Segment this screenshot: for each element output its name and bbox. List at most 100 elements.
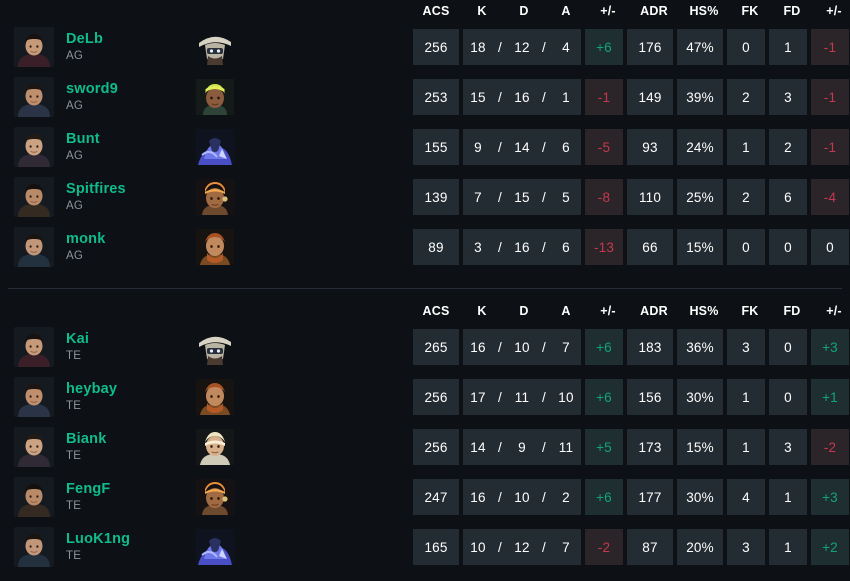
stat-assists: 6 <box>562 239 570 255</box>
stat-kda: 7 / 15 / 5 <box>463 179 581 215</box>
stat-first-deaths: 1 <box>769 529 807 565</box>
stat-acs: 247 <box>413 479 459 515</box>
stat-first-kills: 0 <box>727 29 765 65</box>
column-header-pm[interactable]: +/- <box>589 4 627 18</box>
player-team-tag: AG <box>66 50 84 63</box>
stat-headshot-pct: 15% <box>677 429 723 465</box>
column-header-hs[interactable]: HS% <box>681 4 727 18</box>
column-header-acs[interactable]: ACS <box>413 304 459 318</box>
stat-first-deaths: 3 <box>769 79 807 115</box>
player-identity[interactable]: FengF TE <box>14 472 111 522</box>
agent-portrait-breach <box>196 379 234 415</box>
player-team-tag: AG <box>66 250 84 263</box>
kda-separator: / <box>542 239 546 255</box>
stat-headshot-pct: 25% <box>677 179 723 215</box>
column-header-k[interactable]: K <box>463 304 501 318</box>
column-header-d[interactable]: D <box>505 4 543 18</box>
column-header-a[interactable]: A <box>547 304 585 318</box>
agent-portrait-breach <box>196 229 234 265</box>
stat-plus-minus: +6 <box>585 479 623 515</box>
player-row[interactable]: LuoK1ng TE 165 10 / 12 / 7 -2 87 20% 3 1 +2 <box>0 522 850 572</box>
stat-adr: 183 <box>627 329 673 365</box>
player-stats: 256 14 / 9 / 11 +5 173 15% 1 3 -2 <box>413 429 849 465</box>
player-row[interactable]: Kai TE 265 16 / 10 / 7 +6 183 36% 3 0 +3 <box>0 322 850 372</box>
player-row[interactable]: heybay TE 256 17/11/10 +6 156 30% 1 0 +1 <box>0 372 850 422</box>
kda-separator: / <box>498 239 502 255</box>
stat-first-kills: 2 <box>727 179 765 215</box>
player-team-tag: AG <box>66 200 84 213</box>
player-identity[interactable]: heybay TE <box>14 372 117 422</box>
column-header-a[interactable]: A <box>547 4 585 18</box>
player-row[interactable]: DeLb AG 256 18 / 12 / 4 +6 176 47% 0 1 -1 <box>0 22 850 72</box>
player-identity[interactable]: Biank TE <box>14 422 107 472</box>
player-name[interactable]: Spitfires <box>66 181 126 197</box>
kda-separator: / <box>498 139 502 155</box>
agent-portrait-yoru <box>196 529 234 565</box>
player-identity[interactable]: monk AG <box>14 222 105 272</box>
stat-kills: 10 <box>470 539 486 555</box>
player-team-tag: TE <box>66 550 82 563</box>
column-header-adr[interactable]: ADR <box>631 304 677 318</box>
player-name[interactable]: monk <box>66 231 105 247</box>
stat-headshot-pct: 36% <box>677 329 723 365</box>
column-header-pm[interactable]: +/- <box>589 304 627 318</box>
stat-adr: 110 <box>627 179 673 215</box>
player-avatar <box>14 27 54 67</box>
player-row[interactable]: Bunt AG 155 9 / 14 / 6 -5 93 24% 1 2 -1 <box>0 122 850 172</box>
player-row[interactable]: Biank TE 256 14 / 9 / 11 +5 173 15% 1 3 -2 <box>0 422 850 472</box>
player-row[interactable]: sword9 AG 253 15/16/1 -1 149 39% 2 3 -1 <box>0 72 850 122</box>
player-row[interactable]: Spitfires AG 139 7 / 15 / 5 -8 110 25% 2 6 -4 <box>0 172 850 222</box>
agent-portrait-sova <box>196 429 234 465</box>
stat-headshot-pct: 15% <box>677 229 723 265</box>
player-avatar <box>14 227 54 267</box>
player-name-block: Spitfires AG <box>66 181 126 213</box>
column-header-hs[interactable]: HS% <box>681 304 727 318</box>
player-name[interactable]: sword9 <box>66 81 118 97</box>
agent-portrait-yoru <box>196 129 234 165</box>
player-name[interactable]: heybay <box>66 381 117 397</box>
column-header-pm2[interactable]: +/- <box>815 4 850 18</box>
stat-headshot-pct: 30% <box>677 479 723 515</box>
column-header-fk[interactable]: FK <box>731 304 769 318</box>
player-name[interactable]: DeLb <box>66 31 103 47</box>
stat-kills: 16 <box>470 339 486 355</box>
stat-kda: 17 / 11 / 10 <box>463 379 581 415</box>
stat-adr: 149 <box>627 79 673 115</box>
player-identity[interactable]: Kai TE <box>14 322 89 372</box>
player-name[interactable]: FengF <box>66 481 111 497</box>
stat-headshot-pct: 20% <box>677 529 723 565</box>
stat-kills: 16 <box>470 489 486 505</box>
column-header-acs[interactable]: ACS <box>413 4 459 18</box>
column-header-pm2[interactable]: +/- <box>815 304 850 318</box>
column-header-fd[interactable]: FD <box>773 4 811 18</box>
stat-deaths: 16 <box>514 89 530 105</box>
stat-kda: 10 / 12 / 7 <box>463 529 581 565</box>
column-header-fd[interactable]: FD <box>773 304 811 318</box>
player-row[interactable]: monk AG 89 3/16/6 -13 66 15% 0 0 0 <box>0 222 850 272</box>
player-identity[interactable]: sword9 AG <box>14 72 118 122</box>
player-name[interactable]: Bunt <box>66 131 100 147</box>
player-name[interactable]: Kai <box>66 331 89 347</box>
player-identity[interactable]: Bunt AG <box>14 122 100 172</box>
stat-first-kills: 0 <box>727 229 765 265</box>
stat-kda: 3 / 16 / 6 <box>463 229 581 265</box>
player-name[interactable]: LuoK1ng <box>66 531 130 547</box>
column-header-adr[interactable]: ADR <box>631 4 677 18</box>
player-identity[interactable]: DeLb AG <box>14 22 103 72</box>
column-header-k[interactable]: K <box>463 4 501 18</box>
stat-first-blood-plus-minus: -4 <box>811 179 849 215</box>
stat-acs: 89 <box>413 229 459 265</box>
player-name[interactable]: Biank <box>66 431 107 447</box>
stat-adr: 93 <box>627 129 673 165</box>
player-row[interactable]: FengF TE 247 16 / 10 / 2 +6 177 30% 4 1 +3 <box>0 472 850 522</box>
player-identity[interactable]: LuoK1ng TE <box>14 522 130 572</box>
stat-first-deaths: 0 <box>769 229 807 265</box>
stat-first-kills: 2 <box>727 79 765 115</box>
player-team-tag: TE <box>66 400 82 413</box>
player-identity[interactable]: Spitfires AG <box>14 172 126 222</box>
stat-kills: 17 <box>470 389 486 405</box>
player-team-tag: AG <box>66 100 84 113</box>
column-header-d[interactable]: D <box>505 304 543 318</box>
column-header-fk[interactable]: FK <box>731 4 769 18</box>
stat-plus-minus: -1 <box>585 79 623 115</box>
